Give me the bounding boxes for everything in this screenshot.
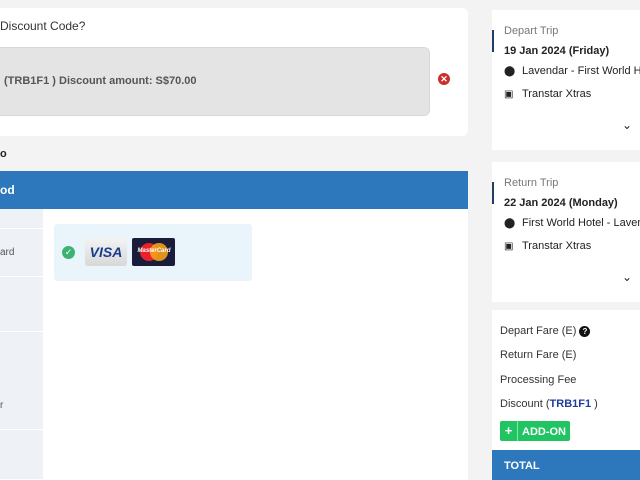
plus-icon: + — [500, 421, 518, 441]
payment-tab-1[interactable] — [0, 209, 43, 229]
discount-code: TRB1F1 — [549, 398, 592, 410]
payment-tab-4[interactable]: r — [0, 332, 43, 430]
bus-icon: ▣ — [504, 89, 514, 100]
payment-tab-5[interactable] — [0, 430, 43, 480]
help-icon[interactable]: ? — [579, 326, 591, 337]
mastercard-text: MasterCard — [137, 248, 171, 254]
map-pin-icon: ⬤ — [504, 218, 516, 229]
depart-trip-marker — [492, 30, 494, 52]
processing-fee-label: Processing Fee — [500, 374, 577, 386]
depart-trip-label: Depart Trip — [504, 25, 559, 37]
bus-icon: ▣ — [504, 241, 514, 252]
add-on-button[interactable]: + ADD-ON — [500, 421, 570, 441]
credit-card-option[interactable]: ✓ VISA MasterCard — [54, 224, 252, 281]
discount-code-question[interactable]: Discount Code? — [0, 19, 85, 33]
visa-logo: VISA — [85, 238, 127, 266]
return-fare-label: Return Fare (E) — [500, 349, 577, 361]
depart-trip-route: ⬤ Lavendar - First World H — [504, 65, 640, 77]
fare-summary: Depart Fare (E) ? Return Fare (E) Proces… — [492, 310, 640, 450]
applied-discount-box: (TRB1F1 ) Discount amount: S$70.00 — [0, 47, 430, 116]
return-trip-route: ⬤ First World Hotel - Laven — [504, 217, 640, 229]
return-trip-operator: ▣ Transtar Xtras — [504, 240, 592, 252]
payment-tab-card[interactable]: ard — [0, 229, 43, 277]
payment-tab-3[interactable] — [0, 277, 43, 332]
return-trip-expand-chevron-icon[interactable]: ⌄ — [622, 270, 632, 284]
discount-card: Discount Code? (TRB1F1 ) Discount amount… — [0, 8, 468, 136]
return-trip-card: Return Trip 22 Jan 2024 (Monday) ⬤ First … — [492, 162, 640, 302]
payment-method-bar: od — [0, 171, 468, 209]
map-pin-icon: ⬤ — [504, 66, 516, 77]
depart-trip-card: Depart Trip 19 Jan 2024 (Friday) ⬤ Lavend… — [492, 10, 640, 150]
add-on-label: ADD-ON — [522, 426, 566, 438]
check-icon: ✓ — [62, 246, 75, 259]
return-trip-marker — [492, 182, 494, 204]
applied-discount-text: (TRB1F1 ) Discount amount: S$70.00 — [4, 75, 197, 87]
depart-trip-operator: ▣ Transtar Xtras — [504, 88, 592, 100]
discount-row: Discount (TRB1F1 ) — [500, 398, 598, 410]
depart-trip-expand-chevron-icon[interactable]: ⌄ — [622, 118, 632, 132]
total-bar: TOTAL — [492, 450, 640, 480]
payment-tab-card-label: ard — [0, 247, 15, 258]
payment-area: ard r ✓ VISA MasterCard — [0, 209, 468, 480]
return-trip-label: Return Trip — [504, 177, 559, 189]
mastercard-logo: MasterCard — [132, 238, 175, 266]
depart-fare-row: Depart Fare (E) ? — [500, 325, 591, 337]
payment-heading: o — [0, 148, 7, 160]
depart-fare-label: Depart Fare (E) — [500, 325, 577, 337]
payment-tab-4-label: r — [0, 400, 4, 411]
depart-trip-date: 19 Jan 2024 (Friday) — [504, 45, 610, 57]
payment-method-tabs: ard r — [0, 209, 43, 480]
remove-discount-icon[interactable]: ✕ — [438, 73, 450, 85]
return-trip-date: 22 Jan 2024 (Monday) — [504, 197, 618, 209]
